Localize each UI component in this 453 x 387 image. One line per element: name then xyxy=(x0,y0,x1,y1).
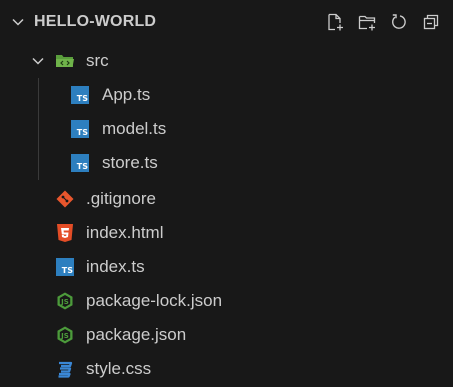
folder-src-icon xyxy=(55,51,75,71)
chevron-down-icon[interactable] xyxy=(10,14,26,30)
tree-item-app-ts[interactable]: TS App.ts xyxy=(0,78,453,112)
css3-icon xyxy=(55,359,75,379)
typescript-icon: TS xyxy=(70,85,90,105)
tree-item-index-ts[interactable]: TS index.ts xyxy=(0,250,453,284)
indent-guide xyxy=(38,112,39,146)
html5-icon xyxy=(55,223,75,243)
explorer-panel: HELLO-WORLD src TS App.ts TS model.ts TS… xyxy=(0,0,453,387)
nodejs-icon: JS xyxy=(55,325,75,345)
svg-text:JS: JS xyxy=(60,332,69,340)
tree-item-model-ts[interactable]: TS model.ts xyxy=(0,112,453,146)
indent-guide xyxy=(38,146,39,180)
explorer-actions xyxy=(323,10,443,34)
nodejs-icon: JS xyxy=(55,291,75,311)
refresh-icon[interactable] xyxy=(387,10,411,34)
workspace-title: HELLO-WORLD xyxy=(34,13,157,30)
new-folder-icon[interactable] xyxy=(355,10,379,34)
typescript-icon: TS xyxy=(70,119,90,139)
tree-item-index-html[interactable]: index.html xyxy=(0,216,453,250)
chevron-down-icon[interactable] xyxy=(30,53,46,69)
typescript-icon: TS xyxy=(70,153,90,173)
tree-item-label: package.json xyxy=(86,325,187,344)
svg-text:JS: JS xyxy=(60,298,69,306)
tree-folder-src[interactable]: src xyxy=(0,44,453,78)
explorer-header[interactable]: HELLO-WORLD xyxy=(0,0,453,44)
tree-item-label: App.ts xyxy=(102,85,151,104)
tree-item-store-ts[interactable]: TS store.ts xyxy=(0,146,453,180)
new-file-icon[interactable] xyxy=(323,10,347,34)
tree-item-label: .gitignore xyxy=(86,189,156,208)
tree-item-label: store.ts xyxy=(102,153,158,172)
git-icon xyxy=(55,189,75,209)
typescript-icon: TS xyxy=(55,257,75,277)
tree-item-label: index.ts xyxy=(86,257,145,276)
tree-item-label: style.css xyxy=(86,359,152,378)
indent-guide xyxy=(38,78,39,112)
tree-item-gitignore[interactable]: .gitignore xyxy=(0,182,453,216)
tree-item-label: package-lock.json xyxy=(86,291,223,310)
tree-item-label: src xyxy=(86,51,109,70)
collapse-all-icon[interactable] xyxy=(419,10,443,34)
tree-item-label: model.ts xyxy=(102,119,167,138)
tree-item-package-json[interactable]: JS package.json xyxy=(0,318,453,352)
tree-item-package-lock-json[interactable]: JS package-lock.json xyxy=(0,284,453,318)
tree-item-style-css[interactable]: style.css xyxy=(0,352,453,386)
tree-item-label: index.html xyxy=(86,223,164,242)
